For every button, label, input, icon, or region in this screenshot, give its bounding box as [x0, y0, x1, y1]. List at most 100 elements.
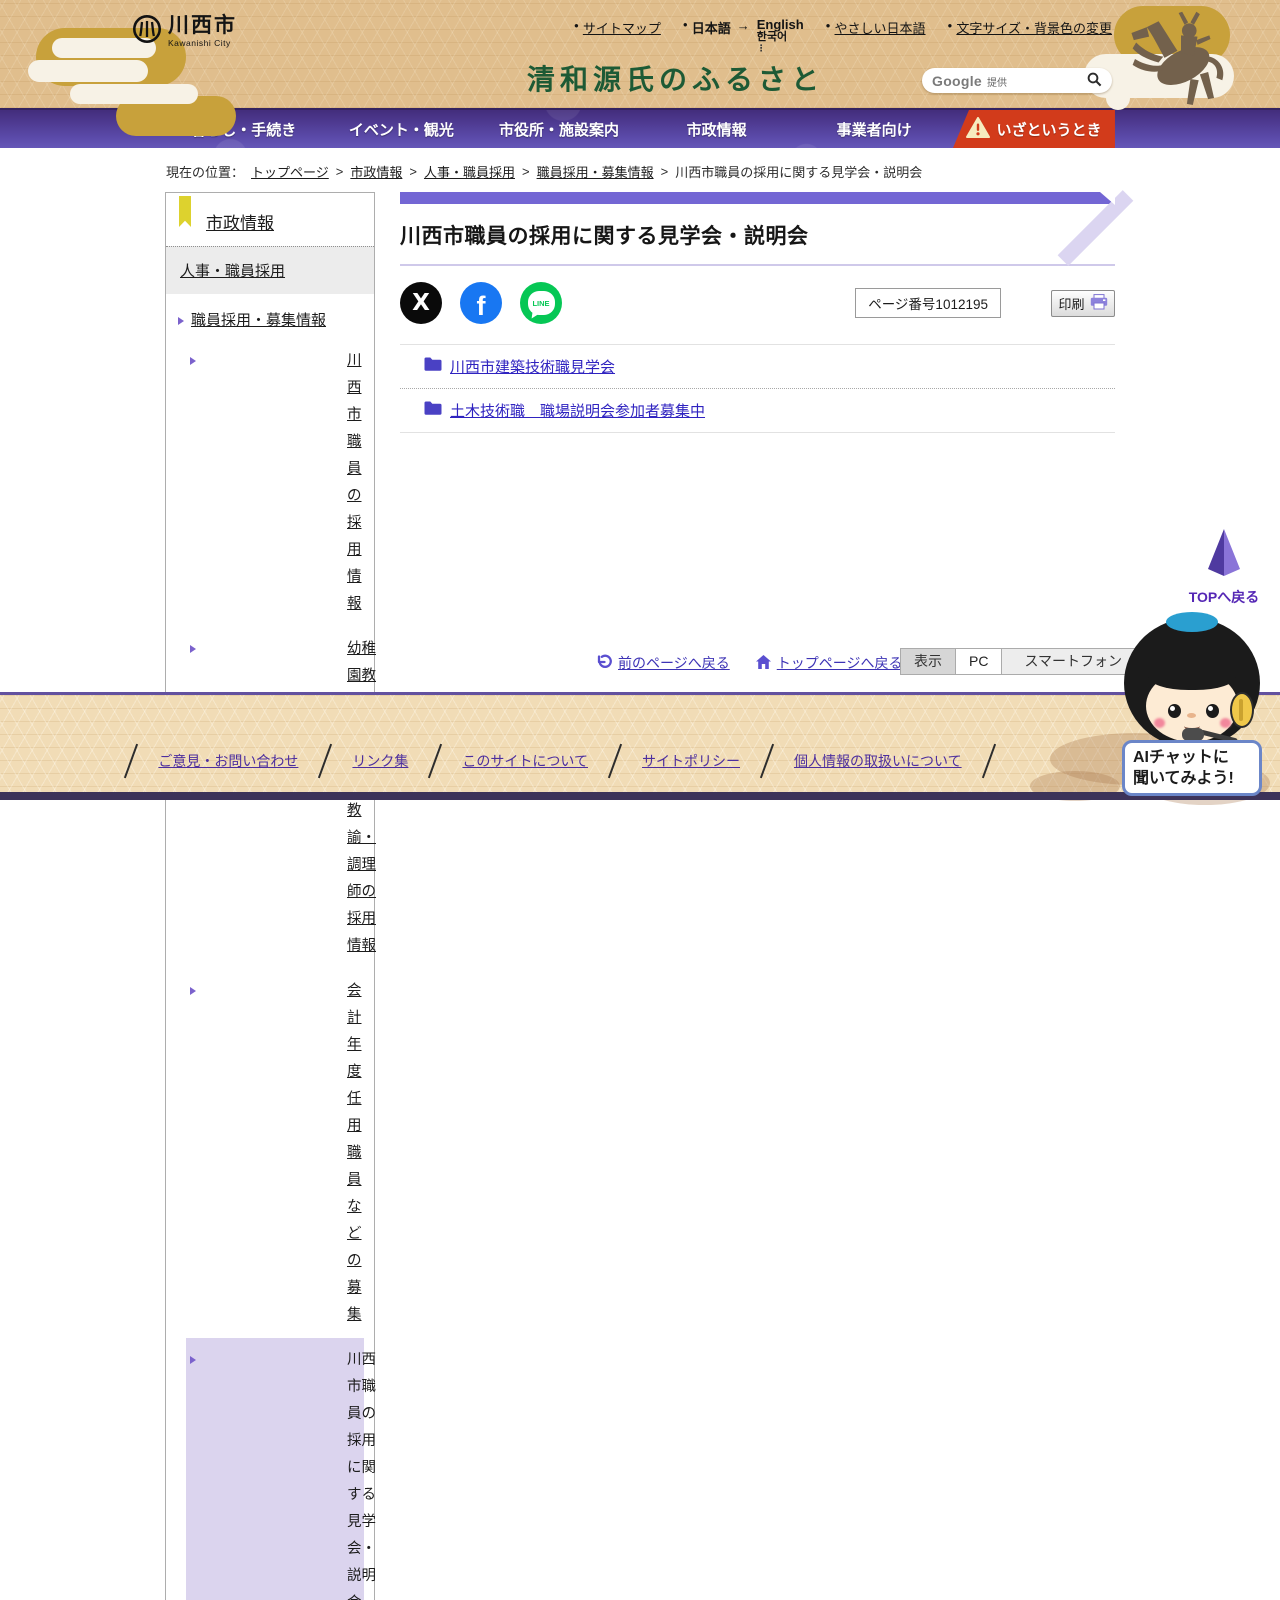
chat-bubble-line2: 聞いてみよう!: [1133, 770, 1234, 787]
search-icon: [1087, 72, 1102, 90]
sidebar-item-fiscal-year-staff[interactable]: 会計年度任用職員などの募集: [186, 969, 364, 1338]
chevron-right-icon: [190, 357, 340, 365]
language-switcher[interactable]: ● 日本語 → English 한국어 ⋮: [682, 18, 804, 53]
chevron-right-icon: [190, 1356, 340, 1364]
mascot-nose: [1187, 713, 1196, 718]
utility-links: ● サイトマップ ● 日本語 → English 한국어 ⋮ ● やさしい日本語…: [574, 18, 1112, 53]
pyramid-up-icon: [1204, 529, 1244, 582]
google-brand-label: Google: [932, 72, 983, 89]
sidebar-parent-link[interactable]: 人事・職員採用: [180, 263, 285, 280]
back-home-link[interactable]: トップページへ戻る: [755, 653, 902, 673]
home-icon: [755, 654, 771, 672]
mascot-eye: [1206, 704, 1219, 718]
site-footer: ご意見・お問い合わせ リンク集 このサイトについて サイトポリシー 個人情報の取…: [0, 692, 1280, 805]
city-name: 川西市 Kawanishi City: [168, 14, 237, 48]
line-share-icon[interactable]: LINE: [520, 282, 562, 324]
sidebar-parent-category: 人事・職員採用: [166, 246, 374, 294]
nav-item-events[interactable]: イベント・観光: [323, 110, 481, 148]
bullet-icon: ●: [682, 20, 688, 29]
slash-divider: [981, 743, 996, 779]
slash-divider: [124, 743, 139, 779]
chevron-right-icon: [190, 645, 340, 653]
doc-link-civil-engineering-briefing[interactable]: 土木技術職 職場説明会参加者募集中: [400, 388, 1115, 432]
x-share-icon[interactable]: X: [400, 282, 442, 324]
sitemap-link[interactable]: ● サイトマップ: [574, 18, 661, 37]
nav-item-city-hall[interactable]: 市役所・施設案内: [480, 110, 638, 148]
footer-link-contact[interactable]: ご意見・お問い合わせ: [158, 751, 298, 771]
breadcrumb-separator: >: [521, 164, 530, 179]
warning-icon: [966, 116, 991, 142]
white-cloud-decoration: [28, 60, 148, 82]
search-provided-label: 提供: [987, 78, 1008, 89]
sidebar-item-recruitment-info[interactable]: 職員採用・募集情報: [176, 298, 364, 339]
arrow-right-icon: →: [736, 18, 750, 33]
mascot-blush: [1154, 718, 1165, 728]
footer-link-about[interactable]: このサイトについて: [462, 751, 588, 771]
back-to-top-button[interactable]: TOPへ戻る: [1186, 528, 1262, 607]
mascot-cap: [1166, 612, 1218, 632]
bullet-icon: ●: [574, 21, 579, 30]
slash-divider: [318, 743, 333, 779]
language-english[interactable]: English: [757, 18, 804, 31]
folder-icon: [424, 401, 442, 420]
city-logo[interactable]: 川西市 Kawanishi City: [132, 14, 237, 49]
sidebar-item-city-recruitment[interactable]: 川西市職員の採用情報: [186, 339, 364, 627]
back-previous-link[interactable]: 前のページへ戻る: [596, 653, 730, 673]
undo-arrow-icon: [596, 654, 612, 673]
nav-item-business[interactable]: 事業者向け: [795, 110, 953, 148]
breadcrumb-link-hr[interactable]: 人事・職員採用: [424, 162, 515, 181]
more-languages-icon: ⋮: [756, 43, 766, 53]
breadcrumb-separator: >: [335, 164, 344, 179]
mascot-eye: [1168, 704, 1181, 718]
doc-link-architecture-tour[interactable]: 川西市建築技術職見学会: [400, 345, 1115, 388]
breadcrumb: 現在の位置： トップページ > 市政情報 > 人事・職員採用 > 職員採用・募集…: [166, 162, 1166, 181]
samurai-statue-image: [1122, 0, 1240, 118]
breadcrumb-link-city-info[interactable]: 市政情報: [350, 162, 402, 181]
search-input[interactable]: Google 提供: [922, 68, 1112, 93]
mascot-bangs: [1148, 660, 1236, 690]
footer-link-policy[interactable]: サイトポリシー: [642, 751, 740, 771]
bottom-bar: [0, 792, 1280, 800]
corner-cut-decoration: [1100, 192, 1115, 205]
sidebar-item-tour-briefing-current[interactable]: 川西市職員の採用に関する見学会・説明会: [186, 1338, 376, 1600]
line-label: LINE: [532, 298, 550, 308]
view-toggle-label: 表示: [901, 649, 955, 674]
printer-icon: [1090, 293, 1108, 313]
search-button[interactable]: [1087, 72, 1102, 90]
breadcrumb-label: 現在の位置：: [166, 165, 245, 180]
main-content: 川西市職員の採用に関する見学会・説明会 X f LINE ページ番号101219…: [400, 190, 1134, 433]
nav-item-emergency[interactable]: いざというとき: [952, 110, 1115, 148]
nav-item-city-info[interactable]: 市政情報: [638, 110, 796, 148]
chat-bubble-line1: AIチャットに: [1133, 749, 1229, 766]
page: 川西市 Kawanishi City ● サイトマップ ● 日本語 → Engl…: [0, 0, 1280, 1600]
white-cloud-decoration: [70, 84, 198, 104]
breadcrumb-link-home[interactable]: トップページ: [251, 162, 329, 181]
mascot-blush: [1220, 718, 1231, 728]
sidebar-title-link[interactable]: 市政情報: [206, 214, 274, 233]
chat-speech-bubble: AIチャットに 聞いてみよう!: [1122, 740, 1262, 796]
bullet-icon: ●: [947, 21, 953, 30]
page-number-badge: ページ番号1012195: [855, 288, 1001, 318]
slash-divider: [759, 743, 775, 779]
facebook-share-icon[interactable]: f: [460, 282, 502, 324]
ai-chat-mascot[interactable]: AIチャットに 聞いてみよう!: [1122, 612, 1267, 798]
easy-japanese-link[interactable]: ● やさしい日本語: [826, 18, 926, 37]
footer-link-links[interactable]: リンク集: [352, 751, 408, 771]
language-options: English 한국어 ⋮: [756, 18, 804, 53]
folder-icon: [424, 357, 442, 376]
headset-earpiece-icon: [1230, 692, 1254, 728]
accessibility-link[interactable]: ● 文字サイズ・背景色の変更: [948, 18, 1112, 37]
footer-links: ご意見・お問い合わせ リンク集 このサイトについて サイトポリシー 個人情報の取…: [0, 743, 1120, 779]
city-emblem-icon: [132, 14, 162, 49]
sidebar: 市政情報 人事・職員採用 職員採用・募集情報 川西市職員の採用情報 幼稚園教諭・…: [165, 192, 376, 1600]
back-to-top-label: TOPへ戻る: [1188, 589, 1260, 605]
sidebar-title: 市政情報: [166, 193, 374, 246]
print-button[interactable]: 印刷: [1051, 289, 1115, 317]
breadcrumb-link-recruitment[interactable]: 職員採用・募集情報: [537, 162, 654, 181]
site-header: 川西市 Kawanishi City ● サイトマップ ● 日本語 → Engl…: [0, 0, 1280, 136]
footer-link-privacy[interactable]: 個人情報の取扱いについて: [794, 751, 962, 771]
view-mode-toggle: 表示 PC スマートフォン: [900, 648, 1146, 675]
page-title: 川西市職員の採用に関する見学会・説明会: [400, 225, 809, 248]
view-toggle-pc[interactable]: PC: [955, 649, 1002, 674]
title-divider: [400, 264, 1115, 266]
